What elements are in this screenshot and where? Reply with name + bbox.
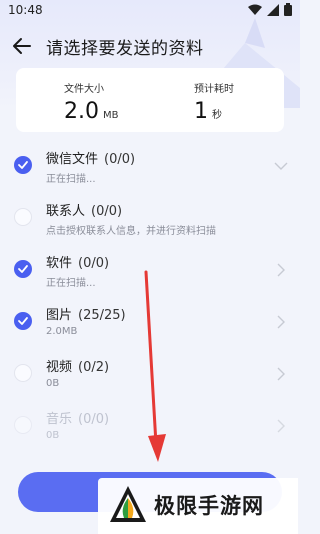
item-title: 软件 xyxy=(46,256,73,271)
file-size-summary: 文件大小 2.0 MB xyxy=(64,80,119,124)
signal-icon xyxy=(267,3,279,16)
item-count: (0/2) xyxy=(78,360,110,375)
file-size-unit: MB xyxy=(103,110,119,121)
checkbox-unchecked-icon[interactable] xyxy=(14,416,32,434)
status-bar: 10:48 xyxy=(0,0,300,22)
checkbox-unchecked-icon[interactable] xyxy=(14,364,32,382)
estimated-time-unit: 秒 xyxy=(212,110,222,121)
item-subtitle: 正在扫描... xyxy=(46,174,96,185)
list-item-videos[interactable]: 视频 (0/2) 0B xyxy=(0,348,300,400)
item-count: (0/0) xyxy=(104,152,136,167)
item-count: (0/0) xyxy=(91,204,123,219)
item-count: (0/0) xyxy=(78,412,110,427)
item-subtitle: 正在扫描... xyxy=(46,278,96,289)
chevron-down-icon[interactable] xyxy=(274,161,288,171)
item-title: 音乐 xyxy=(46,412,73,427)
item-subtitle: 0B xyxy=(46,378,60,389)
checkbox-checked-icon[interactable] xyxy=(14,312,32,330)
page-title: 请选择要发送的资料 xyxy=(46,39,204,59)
list-item-contacts[interactable]: 联系人 (0/0) 点击授权联系人信息，并进行资料扫描 xyxy=(0,192,300,244)
estimated-time-label: 预计耗时 xyxy=(194,84,234,95)
watermark: 极限手游网 xyxy=(98,478,298,534)
item-title: 视频 xyxy=(46,360,73,375)
list-item-software[interactable]: 软件 (0/0) 正在扫描... xyxy=(0,244,300,296)
chevron-right-icon[interactable] xyxy=(276,315,286,329)
chevron-right-icon[interactable] xyxy=(276,367,286,381)
item-subtitle: 点击授权联系人信息，并进行资料扫描 xyxy=(46,226,216,237)
file-size-label: 文件大小 xyxy=(64,84,104,95)
status-time: 10:48 xyxy=(8,3,43,17)
list-item-wechat-files[interactable]: 微信文件 (0/0) 正在扫描... xyxy=(0,140,300,192)
watermark-logo xyxy=(110,486,146,522)
battery-icon xyxy=(284,3,292,16)
checkbox-checked-icon[interactable] xyxy=(14,260,32,278)
chevron-right-icon[interactable] xyxy=(276,419,286,433)
item-count: (25/25) xyxy=(78,308,126,323)
wifi-icon xyxy=(248,4,262,15)
checkbox-checked-icon[interactable] xyxy=(14,156,32,174)
item-subtitle: 2.0MB xyxy=(46,326,78,337)
checkbox-unchecked-icon[interactable] xyxy=(14,208,32,226)
list-item-pictures[interactable]: 图片 (25/25) 2.0MB xyxy=(0,296,300,348)
summary-card: 文件大小 2.0 MB 预计耗时 1秒 xyxy=(16,68,284,132)
chevron-right-icon[interactable] xyxy=(276,263,286,277)
toolbar: 请选择要发送的资料 xyxy=(0,30,300,62)
status-icons xyxy=(248,3,292,16)
item-title: 微信文件 xyxy=(46,152,99,167)
item-title: 图片 xyxy=(46,308,73,323)
item-title: 联系人 xyxy=(46,204,86,219)
item-count: (0/0) xyxy=(78,256,110,271)
back-arrow-icon[interactable] xyxy=(10,34,34,58)
estimated-time-value: 1 xyxy=(194,99,208,124)
watermark-text: 极限手游网 xyxy=(154,494,264,518)
estimated-time-summary: 预计耗时 1秒 xyxy=(194,80,234,124)
file-size-value: 2.0 xyxy=(64,99,99,124)
